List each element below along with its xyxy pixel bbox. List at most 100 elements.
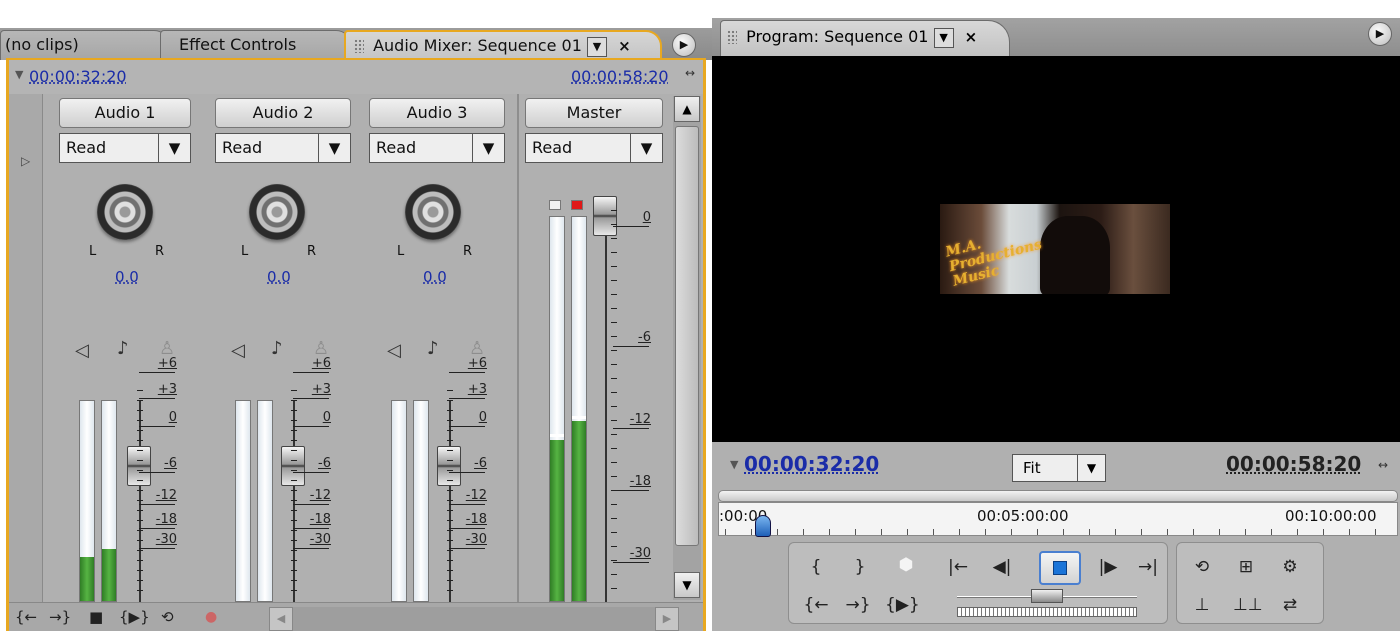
mute-speaker-icon[interactable]: ◁	[387, 340, 401, 361]
mixer-duration[interactable]: 00:00:58:20	[571, 67, 669, 86]
fader-tick	[137, 420, 143, 421]
trim-monitor-icon[interactable]: ⇄	[1277, 595, 1303, 615]
program-current-time[interactable]: 00:00:32:20	[744, 452, 879, 476]
step-forward-icon[interactable]: |▶	[1095, 557, 1121, 577]
tab-source-no-clips[interactable]: (no clips)	[0, 30, 170, 60]
vertical-scrollbar[interactable]: ▲ ▼	[673, 96, 701, 600]
fader-scale-label: -30	[629, 546, 651, 561]
dropdown-arrow-icon: ▼	[158, 134, 190, 162]
set-out-point-icon[interactable]: }	[847, 557, 873, 577]
jog-disk[interactable]	[957, 607, 1137, 617]
program-monitor-panel: Program: Sequence 01 ▼ × ▶ M.A. Producti…	[712, 0, 1400, 631]
volume-fader-master[interactable]	[593, 196, 617, 236]
fader-scale-line	[613, 346, 649, 347]
solo-trumpet-icon[interactable]: ♪	[427, 338, 439, 359]
ruler-label-mid: 00:05:00:00	[977, 507, 1069, 525]
tab-dropdown-icon[interactable]: ▼	[933, 28, 954, 48]
tab-close-icon[interactable]: ×	[618, 37, 631, 55]
pan-value-audio-3[interactable]: 0.0	[423, 268, 447, 286]
track-name-audio-1[interactable]: Audio 1	[59, 98, 191, 128]
clip-indicator-left[interactable]	[549, 200, 561, 210]
tab-program-monitor[interactable]: Program: Sequence 01 ▼ ×	[720, 20, 1010, 56]
loop-icon[interactable]: ⟲	[1189, 557, 1215, 577]
pan-knob-audio-1[interactable]	[97, 184, 153, 240]
tab-effect-controls[interactable]: Effect Controls	[160, 30, 352, 60]
play-stop-toggle-button[interactable]	[1039, 551, 1081, 585]
automation-mode-select-audio-2[interactable]: Read ▼	[215, 133, 351, 163]
play-in-to-out-icon[interactable]: {▶}	[119, 608, 150, 626]
pan-value-audio-2[interactable]: 0.0	[267, 268, 291, 286]
tab-dropdown-icon[interactable]: ▼	[586, 37, 607, 57]
time-ruler[interactable]: :00:00 00:05:00:00 00:10:00:00	[718, 502, 1398, 537]
playhead-marker[interactable]	[755, 515, 771, 537]
drag-grip-icon[interactable]	[727, 30, 737, 44]
shuttle-handle[interactable]	[1031, 589, 1063, 603]
solo-trumpet-icon[interactable]: ♪	[271, 338, 283, 359]
pan-knob-audio-3[interactable]	[405, 184, 461, 240]
mixer-current-time[interactable]: 00:00:32:20	[29, 67, 127, 86]
show-effects-triangle-icon[interactable]: ▷	[21, 154, 30, 168]
tab-audio-mixer[interactable]: Audio Mixer: Sequence 01 ▼ ×	[344, 30, 662, 60]
pan-value-audio-1[interactable]: 0.0	[115, 268, 139, 286]
collapse-triangle-icon[interactable]: ▼	[15, 68, 23, 81]
zoom-bar[interactable]	[718, 490, 1398, 502]
tab-close-icon[interactable]: ×	[965, 28, 978, 46]
step-to-out-icon[interactable]: →|	[1135, 557, 1161, 577]
extract-icon[interactable]: ⊥⊥	[1233, 595, 1263, 615]
solo-trumpet-icon[interactable]: ♪	[117, 338, 129, 359]
fader-tick	[611, 280, 617, 281]
fader-tick	[137, 580, 143, 581]
zoom-fit-select[interactable]: Fit ▼	[1012, 454, 1106, 482]
fader-tick	[137, 530, 143, 531]
fader-tick	[611, 462, 617, 463]
scroll-left-arrow-icon[interactable]: ◀	[269, 607, 293, 631]
stop-icon[interactable]: ■	[89, 608, 103, 626]
horizontal-scrollbar[interactable]: ◀ ▶	[269, 607, 679, 631]
fader-tick	[291, 400, 297, 401]
fader-tick	[611, 406, 617, 407]
output-settings-icon[interactable]: ⚙	[1277, 557, 1303, 577]
set-in-point-icon[interactable]: {	[803, 557, 829, 577]
loop-icon[interactable]: ⟲	[161, 608, 174, 626]
tab-label: Effect Controls	[179, 35, 297, 54]
record-button-icon[interactable]: ●	[205, 609, 217, 625]
track-meter-right	[257, 400, 273, 602]
program-duration[interactable]: 00:00:58:20	[1226, 452, 1361, 476]
clip-indicator-right[interactable]	[571, 200, 583, 210]
track-name-audio-2[interactable]: Audio 2	[215, 98, 351, 128]
expand-arrows-icon[interactable]: ↔	[685, 66, 695, 80]
scroll-down-arrow-icon[interactable]: ▼	[674, 572, 700, 598]
scroll-right-arrow-icon[interactable]: ▶	[655, 607, 679, 631]
play-in-to-out-icon[interactable]: {▶}	[885, 595, 920, 615]
go-to-in-point-icon[interactable]: {←	[15, 608, 37, 626]
panel-menu-icon[interactable]: ▶	[672, 33, 696, 57]
collapse-triangle-icon[interactable]: ▼	[730, 458, 738, 471]
step-back-to-in-icon[interactable]: |←	[945, 557, 971, 577]
pan-knob-audio-2[interactable]	[249, 184, 305, 240]
go-to-in-point-icon[interactable]: {←	[803, 595, 829, 615]
drag-grip-icon[interactable]	[354, 39, 364, 53]
go-to-out-point-icon[interactable]: →}	[845, 595, 871, 615]
ruler-tick	[829, 529, 830, 535]
fader-tick	[447, 500, 453, 501]
scrollbar-thumb[interactable]	[675, 126, 699, 546]
track-name-audio-3[interactable]: Audio 3	[369, 98, 505, 128]
automation-mode-select-audio-1[interactable]: Read ▼	[59, 133, 191, 163]
set-marker-icon[interactable]: ⬢	[893, 555, 919, 575]
program-video-display[interactable]: M.A. Productions Music	[712, 56, 1400, 442]
expand-arrows-icon[interactable]: ↔	[1378, 458, 1388, 472]
automation-mode-select-audio-3[interactable]: Read ▼	[369, 133, 505, 163]
safe-margins-icon[interactable]: ⊞	[1233, 557, 1259, 577]
ruler-tick	[1323, 529, 1324, 535]
go-to-out-point-icon[interactable]: →}	[49, 608, 71, 626]
step-back-icon[interactable]: ◀|	[989, 557, 1015, 577]
mute-speaker-icon[interactable]: ◁	[75, 340, 89, 361]
scroll-up-arrow-icon[interactable]: ▲	[674, 96, 700, 122]
automation-mode-select-master[interactable]: Read ▼	[525, 133, 663, 163]
track-name-master[interactable]: Master	[525, 98, 663, 128]
mode-value: Read	[376, 138, 417, 157]
mute-speaker-icon[interactable]: ◁	[231, 340, 245, 361]
shuttle-slider[interactable]	[957, 589, 1137, 605]
lift-icon[interactable]: ⊥	[1189, 595, 1215, 615]
panel-menu-icon[interactable]: ▶	[1368, 22, 1392, 46]
